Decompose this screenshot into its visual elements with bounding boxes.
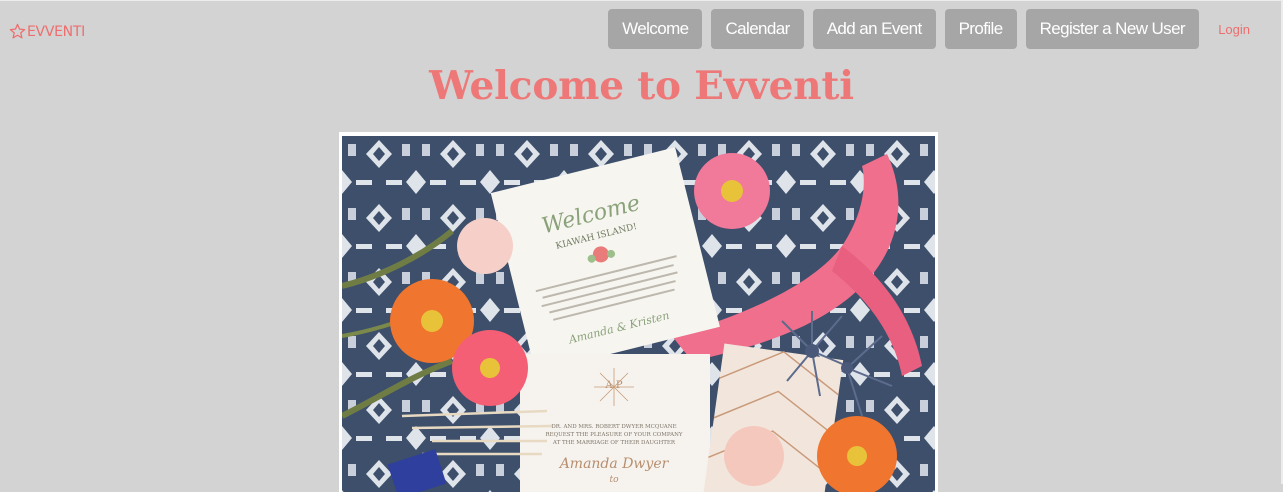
nav-profile-button[interactable]: Profile [944, 9, 1017, 49]
invite-line-2: REQUEST THE PLEASURE OF YOUR COMPANY [545, 432, 682, 438]
invite-to: to [609, 475, 619, 485]
star-outline-icon [9, 23, 26, 39]
nav-add-event-button[interactable]: Add an Event [812, 9, 936, 49]
nav-calendar-button[interactable]: Calendar [711, 9, 804, 49]
invite-line-3: AT THE MARRIAGE OF THEIR DAUGHTER [552, 440, 676, 446]
brand-name: EVVENTI [27, 23, 85, 40]
wedding-invitation-photo: Welcome KIAWAH ISLAND! Amanda & Kristen … [342, 136, 935, 492]
invite-line-1: DR. AND MRS. ROBERT DWYER MCQUANE [551, 424, 676, 430]
brand-logo[interactable]: EVVENTI [9, 23, 85, 40]
main-nav: Welcome Calendar Add an Event Profile Re… [608, 9, 1199, 49]
hero-image: Welcome KIAWAH ISLAND! Amanda & Kristen … [339, 132, 938, 492]
login-link[interactable]: Login [1218, 22, 1250, 37]
nav-welcome-button[interactable]: Welcome [608, 9, 703, 49]
invite-name: Amanda Dwyer [558, 456, 670, 472]
page-title: Welcome to Evventi [429, 63, 854, 109]
nav-register-user-button[interactable]: Register a New User [1025, 9, 1199, 49]
